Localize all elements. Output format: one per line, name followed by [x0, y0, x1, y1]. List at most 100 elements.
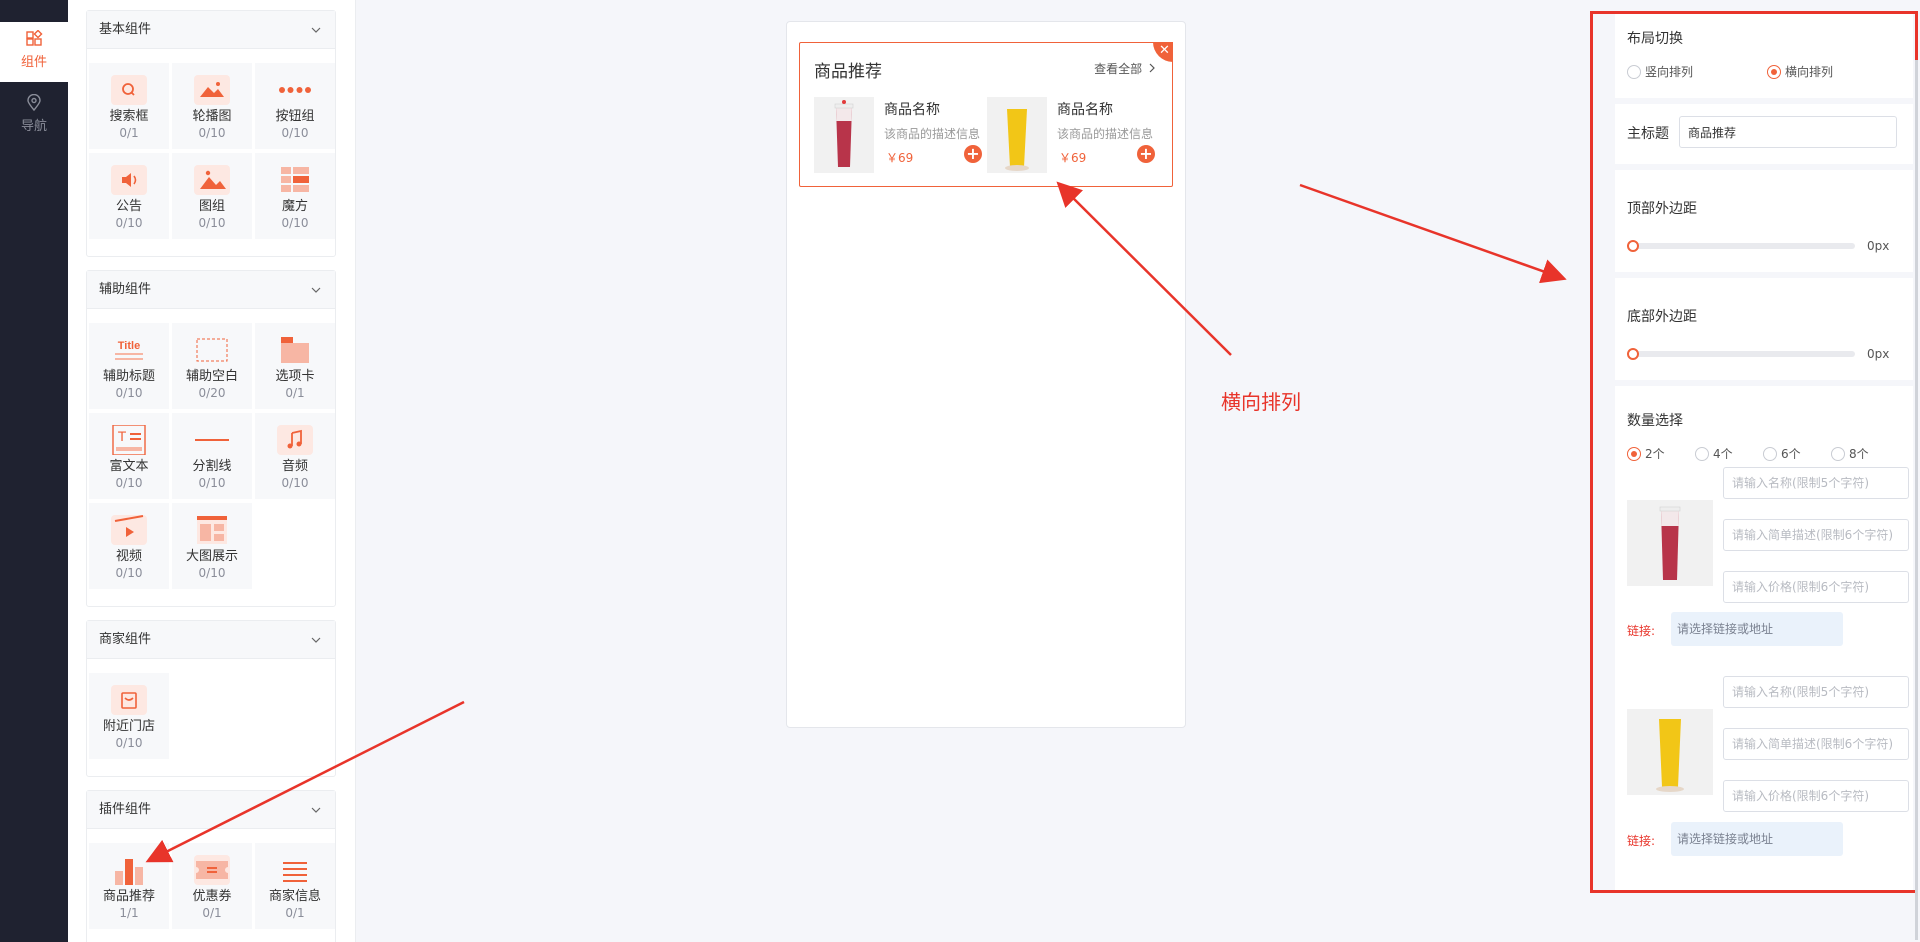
- divider-icon: [194, 425, 230, 455]
- component-name: 大图展示: [185, 549, 238, 564]
- component-count: 0/10: [115, 476, 143, 490]
- large-image-icon: [194, 515, 230, 545]
- component-tab-card[interactable]: 选项卡 0/1: [255, 323, 335, 409]
- view-all-link[interactable]: 查看全部: [1094, 60, 1156, 77]
- component-name: 分割线: [192, 459, 232, 474]
- product-desc: 该商品的描述信息: [884, 127, 980, 141]
- component-name: 选项卡: [275, 369, 315, 384]
- product-name-input[interactable]: [1723, 676, 1909, 708]
- link-selector[interactable]: 请选择链接或地址: [1671, 612, 1843, 646]
- drink-cup-icon: [1627, 709, 1713, 795]
- drink-cup-icon: [814, 97, 874, 173]
- phone-preview: ✕ 商品推荐 查看全部 商品名称 该商品的描述信息 ￥69 + 商品名称 该商品…: [786, 21, 1186, 728]
- video-icon: [111, 515, 147, 545]
- product-name: 商品名称: [884, 102, 940, 118]
- product-desc: 该商品的描述信息: [1057, 127, 1153, 141]
- component-count: 0/1: [285, 386, 305, 400]
- top-margin-slider[interactable]: [1633, 243, 1855, 249]
- product-desc-input[interactable]: [1723, 519, 1909, 551]
- group-header[interactable]: 基本组件: [87, 11, 335, 49]
- list-icon: [277, 855, 313, 885]
- component-product-recommend[interactable]: 商品推荐 1/1: [89, 843, 169, 929]
- slider-handle[interactable]: [1627, 348, 1639, 360]
- add-icon[interactable]: +: [1137, 145, 1155, 163]
- bottom-margin-slider[interactable]: [1633, 351, 1855, 357]
- component-large-image[interactable]: 大图展示 0/10: [172, 503, 252, 589]
- component-coupon[interactable]: 优惠券 0/1: [172, 843, 252, 929]
- component-video[interactable]: 视频 0/10: [89, 503, 169, 589]
- add-icon[interactable]: +: [964, 145, 982, 163]
- component-divider[interactable]: 分割线 0/10: [172, 413, 252, 499]
- group-header[interactable]: 插件组件: [87, 791, 335, 829]
- rail-item-components[interactable]: 组件: [0, 22, 68, 82]
- search-icon: [111, 75, 147, 105]
- radio-horizontal[interactable]: 横向排列: [1767, 65, 1833, 79]
- component-count: 1/1: [119, 906, 139, 920]
- radio-qty-8[interactable]: 8个: [1831, 447, 1869, 461]
- component-rich-text[interactable]: T 富文本 0/10: [89, 413, 169, 499]
- main-title-label: 主标题: [1627, 126, 1669, 142]
- component-name: 视频: [115, 549, 142, 564]
- component-name: 公告: [115, 199, 142, 214]
- component-audio[interactable]: 音频 0/10: [255, 413, 335, 499]
- component-count: 0/1: [285, 906, 305, 920]
- product-price-input[interactable]: [1723, 571, 1909, 603]
- product-name: 商品名称: [1057, 102, 1113, 118]
- speaker-icon: [111, 165, 147, 195]
- component-aux-blank[interactable]: 辅助空白 0/20: [172, 323, 252, 409]
- group-header[interactable]: 辅助组件: [87, 271, 335, 309]
- rail-item-navigation[interactable]: 导航: [0, 88, 68, 148]
- scrollbar[interactable]: [1915, 60, 1918, 940]
- button-group-icon: [277, 75, 313, 105]
- component-count: 0/1: [202, 906, 222, 920]
- store-icon: [111, 685, 147, 715]
- bottom-margin-label: 底部外边距: [1627, 309, 1697, 325]
- component-cube[interactable]: 魔方 0/10: [255, 153, 335, 239]
- product-name-input[interactable]: [1723, 467, 1909, 499]
- bar-chart-icon: [111, 855, 147, 885]
- section-bottom-margin: 底部外边距 0px: [1615, 278, 1913, 386]
- product-card[interactable]: 商品名称 该商品的描述信息 ￥69 +: [814, 97, 984, 173]
- component-merchant-info[interactable]: 商家信息 0/1: [255, 843, 335, 929]
- group-title: 插件组件: [99, 802, 152, 817]
- product-card[interactable]: 商品名称 该商品的描述信息 ￥69 +: [987, 97, 1157, 173]
- product-desc-input[interactable]: [1723, 728, 1909, 760]
- product-recommend-block[interactable]: ✕ 商品推荐 查看全部 商品名称 该商品的描述信息 ￥69 + 商品名称 该商品…: [799, 42, 1173, 187]
- svg-text:Title: Title: [118, 340, 140, 352]
- radio-label: 6个: [1781, 447, 1801, 461]
- radio-vertical[interactable]: 竖向排列: [1627, 65, 1693, 79]
- annotation-text: 横向排列: [1221, 390, 1301, 414]
- product-image: [814, 97, 874, 173]
- radio-dot: [1767, 65, 1781, 79]
- slider-handle[interactable]: [1627, 240, 1639, 252]
- group-title: 基本组件: [99, 22, 152, 37]
- chevron-right-icon: [1149, 63, 1155, 73]
- close-icon[interactable]: ✕: [1153, 42, 1173, 62]
- svg-text:T: T: [118, 428, 127, 444]
- main-title-input[interactable]: [1679, 116, 1897, 148]
- tab-card-icon: [277, 335, 313, 365]
- component-aux-title[interactable]: Title 辅助标题 0/10: [89, 323, 169, 409]
- product-thumbnail[interactable]: [1627, 500, 1713, 586]
- radio-dot: [1763, 447, 1777, 461]
- component-button-group[interactable]: 按钮组 0/10: [255, 63, 335, 149]
- link-selector[interactable]: 请选择链接或地址: [1671, 822, 1843, 856]
- radio-qty-4[interactable]: 4个: [1695, 447, 1733, 461]
- component-search[interactable]: 搜索框 0/1: [89, 63, 169, 149]
- link-label: 链接:: [1627, 834, 1656, 848]
- product-thumbnail[interactable]: [1627, 709, 1713, 795]
- music-icon: [277, 425, 313, 455]
- component-notice[interactable]: 公告 0/10: [89, 153, 169, 239]
- component-carousel[interactable]: 轮播图 0/10: [172, 63, 252, 149]
- drink-cup-icon: [1627, 500, 1713, 586]
- location-icon: [27, 94, 41, 112]
- component-nearby-store[interactable]: 附近门店 0/10: [89, 673, 169, 759]
- top-margin-label: 顶部外边距: [1627, 201, 1697, 217]
- product-price-input[interactable]: [1723, 780, 1909, 812]
- group-header[interactable]: 商家组件: [87, 621, 335, 659]
- layout-label: 布局切换: [1627, 31, 1683, 47]
- radio-dot: [1831, 447, 1845, 461]
- radio-qty-2[interactable]: 2个: [1627, 447, 1665, 461]
- radio-qty-6[interactable]: 6个: [1763, 447, 1801, 461]
- component-image-group[interactable]: 图组 0/10: [172, 153, 252, 239]
